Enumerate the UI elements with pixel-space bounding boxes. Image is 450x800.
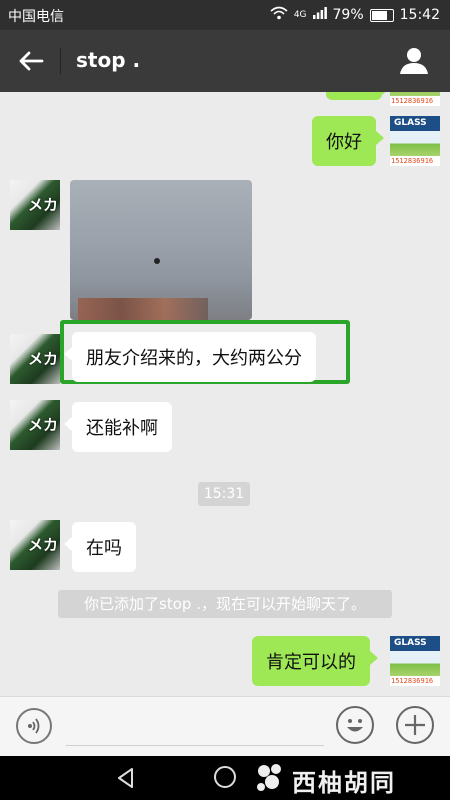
chat-info-button[interactable]	[398, 44, 430, 76]
image-bird	[154, 258, 160, 264]
smiley-icon	[347, 719, 363, 732]
person-icon	[400, 48, 428, 74]
self-avatar[interactable]: GLASS 1512836916	[390, 92, 440, 106]
clock: 15:42	[399, 7, 440, 23]
avatar-brand-text: GLASS	[394, 118, 427, 128]
carrier-label: 中国电信	[8, 9, 64, 25]
message-bubble-outgoing-partial[interactable]	[326, 92, 390, 100]
header-divider	[60, 48, 61, 74]
more-button[interactable]	[396, 706, 434, 744]
input-bar	[0, 696, 450, 757]
watermark: 西柚胡同	[252, 760, 448, 798]
triangle-back-icon	[118, 768, 133, 788]
system-nav-bar: 西柚胡同	[0, 756, 450, 800]
grapefruit-logo-icon	[257, 764, 281, 791]
network-type-label: 4G	[293, 10, 307, 20]
nav-home-button[interactable]	[214, 766, 236, 788]
image-rooftop	[78, 298, 208, 320]
self-avatar[interactable]: GLASS 1512836916	[390, 116, 440, 166]
avatar-phone-text: 1512836916	[391, 97, 434, 105]
message-bubble-outgoing[interactable]: 肯定可以的	[252, 636, 378, 686]
avatar-phone-text: 1512836916	[391, 157, 434, 165]
chat-header: stop .	[0, 30, 450, 92]
battery-level	[371, 10, 388, 20]
status-bar: 中国电信 4G 79% 15:42	[0, 0, 450, 30]
message-image[interactable]	[70, 180, 252, 320]
voice-button[interactable]	[16, 708, 52, 744]
plus-icon	[405, 715, 425, 735]
status-icons: 4G 79% 15:42	[270, 6, 440, 24]
signal-icon	[312, 7, 327, 23]
avatar-mark: メカ	[28, 196, 59, 214]
contact-avatar[interactable]: メカ	[10, 334, 60, 384]
avatar-mark: メカ	[28, 416, 59, 434]
battery-percent: 79%	[332, 7, 364, 23]
avatar-brand-text: GLASS	[394, 638, 427, 648]
self-avatar[interactable]: GLASS 1512836916	[390, 636, 440, 686]
nav-back-button[interactable]	[114, 766, 138, 790]
message-list[interactable]: GLASS 1512836916 你好 GLASS 1512836916 メカ …	[0, 92, 450, 696]
back-button[interactable]	[16, 46, 46, 76]
chat-title: stop .	[76, 48, 141, 72]
arrow-left-icon	[19, 51, 44, 71]
avatar-mark: メカ	[28, 536, 59, 554]
emoji-button[interactable]	[336, 706, 374, 744]
contact-avatar[interactable]: メカ	[10, 520, 60, 570]
avatar-phone-text: 1512836916	[391, 677, 434, 685]
contact-avatar[interactable]: メカ	[10, 400, 60, 450]
message-input[interactable]	[66, 711, 324, 746]
message-bubble-outgoing[interactable]: 你好	[312, 116, 384, 166]
message-bubble-incoming[interactable]: 在吗	[64, 522, 136, 572]
system-message: 你已添加了stop .，现在可以开始聊天了。	[58, 590, 392, 618]
battery-icon	[369, 8, 394, 22]
message-bubble-incoming[interactable]: 还能补啊	[64, 402, 172, 452]
avatar-mark: メカ	[28, 350, 59, 368]
wifi-icon	[270, 6, 288, 24]
timestamp-label: 15:31	[198, 482, 250, 506]
voice-icon	[28, 718, 40, 734]
message-bubble-incoming[interactable]: 朋友介绍来的，大约两公分	[64, 332, 316, 382]
contact-avatar[interactable]: メカ	[10, 180, 60, 230]
watermark-text: 西柚胡同	[292, 768, 396, 797]
